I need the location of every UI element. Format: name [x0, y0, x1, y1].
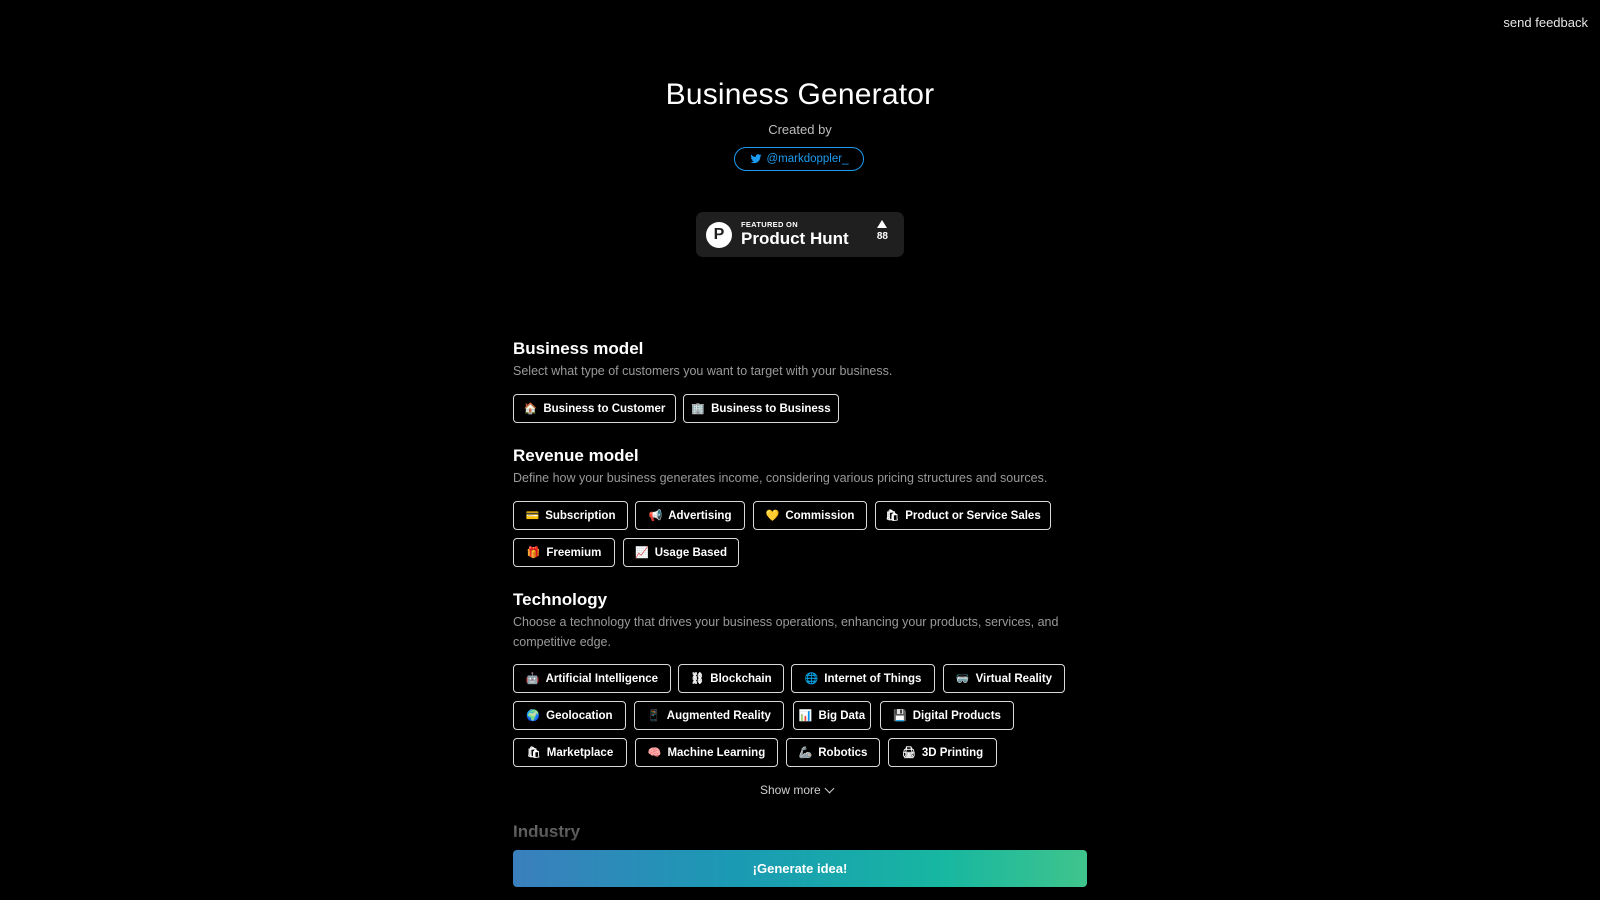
- option-label: Artificial Intelligence: [545, 672, 659, 685]
- option-label: Big Data: [818, 709, 866, 722]
- option-emoji-icon: 💳: [525, 510, 540, 522]
- option-label: Subscription: [545, 509, 616, 522]
- product-hunt-featured-label: FEATURED ON: [741, 220, 798, 229]
- technology-option-marketplace[interactable]: 🛍 Marketplace: [513, 738, 627, 767]
- business-model-title: Business model: [513, 339, 644, 358]
- generate-idea-button[interactable]: ¡Generate idea!: [513, 850, 1087, 887]
- technology-option-virtual-reality[interactable]: 🥽 Virtual Reality: [943, 664, 1065, 693]
- option-emoji-icon: 🖨: [901, 747, 916, 759]
- option-emoji-icon: 💾: [893, 710, 907, 722]
- option-emoji-icon: 🧠: [647, 747, 662, 759]
- option-label: 3D Printing: [921, 746, 984, 759]
- revenue-model-option-product-or-service-sales[interactable]: 🛍 Product or Service Sales: [875, 501, 1051, 530]
- technology-option-artificial-intelligence[interactable]: 🤖 Artificial Intelligence: [513, 664, 671, 693]
- option-emoji-icon: 📢: [648, 510, 663, 522]
- option-emoji-icon: 🛍: [885, 510, 900, 522]
- option-label: Business to Business: [711, 402, 831, 415]
- revenue-model-option-commission[interactable]: 💛 Commission: [753, 501, 867, 530]
- option-emoji-icon: 🎁: [526, 547, 541, 559]
- option-label: Marketplace: [546, 746, 614, 759]
- option-label: Freemium: [546, 546, 602, 559]
- technology-option-3d-printing[interactable]: 🖨 3D Printing: [888, 738, 997, 767]
- option-emoji-icon: ⛓: [690, 673, 705, 685]
- twitter-icon: [750, 154, 761, 164]
- option-label: Machine Learning: [667, 746, 766, 759]
- technology-option-big-data[interactable]: 📊 Big Data: [793, 701, 871, 730]
- product-hunt-name: Product Hunt: [741, 229, 849, 248]
- option-label: Virtual Reality: [975, 672, 1053, 685]
- revenue-model-option-advertising[interactable]: 📢 Advertising: [635, 501, 745, 530]
- page: send feedback Business Generator Created…: [0, 0, 1600, 900]
- page-title: Business Generator: [665, 78, 935, 111]
- option-emoji-icon: 💛: [765, 510, 780, 522]
- option-emoji-icon: 🥽: [955, 673, 970, 685]
- option-label: Advertising: [668, 509, 732, 522]
- business-model-option-business-to-customer[interactable]: 🏠 Business to Customer: [513, 394, 676, 423]
- technology-option-augmented-reality[interactable]: 📱 Augmented Reality: [634, 701, 784, 730]
- technology-description: Choose a technology that drives your bus…: [513, 615, 1059, 649]
- product-hunt-vote-count: 88: [876, 231, 888, 242]
- option-label: Business to Customer: [543, 402, 666, 415]
- show-more-button[interactable]: Show more: [760, 783, 835, 797]
- technology-option-geolocation[interactable]: 🌍 Geolocation: [513, 701, 626, 730]
- option-label: Usage Based: [654, 546, 727, 559]
- product-hunt-votes: 88: [877, 220, 888, 243]
- option-emoji-icon: 🛍: [526, 747, 541, 759]
- revenue-model-option-usage-based[interactable]: 📈 Usage Based: [623, 538, 739, 567]
- technology-option-machine-learning[interactable]: 🧠 Machine Learning: [635, 738, 778, 767]
- option-emoji-icon: 🏠: [523, 403, 538, 415]
- option-label: Robotics: [818, 746, 868, 759]
- option-label: Commission: [785, 509, 855, 522]
- revenue-model-option-subscription[interactable]: 💳 Subscription: [513, 501, 628, 530]
- revenue-model-description: Define how your business generates incom…: [513, 471, 1048, 485]
- option-emoji-icon: 🌍: [526, 710, 541, 722]
- technology-option-robotics[interactable]: 🦾 Robotics: [786, 738, 880, 767]
- show-more-label: Show more: [760, 783, 821, 797]
- option-emoji-icon: 📊: [798, 710, 813, 722]
- product-hunt-badge[interactable]: P FEATURED ON Product Hunt 88: [696, 212, 904, 257]
- twitter-handle-text: @markdoppler_: [766, 153, 849, 165]
- revenue-model-option-freemium[interactable]: 🎁 Freemium: [513, 538, 615, 567]
- revenue-model-title: Revenue model: [513, 446, 639, 465]
- option-emoji-icon: 🏢: [691, 403, 706, 415]
- twitter-handle-link[interactable]: @markdoppler_: [734, 147, 864, 171]
- option-emoji-icon: 🌐: [804, 673, 819, 685]
- technology-option-blockchain[interactable]: ⛓ Blockchain: [678, 664, 784, 693]
- send-feedback-link[interactable]: send feedback: [1503, 15, 1588, 30]
- chevron-down-icon: [824, 783, 835, 793]
- created-by-label: Created by: [768, 122, 832, 137]
- option-emoji-icon: 🤖: [525, 673, 540, 685]
- scroll-fade-overlay: [0, 808, 1600, 848]
- option-emoji-icon: 📈: [635, 547, 649, 559]
- option-label: Product or Service Sales: [905, 509, 1041, 522]
- option-label: Blockchain: [710, 672, 772, 685]
- technology-title: Technology: [513, 590, 608, 609]
- option-label: Augmented Reality: [666, 709, 771, 722]
- option-label: Digital Products: [912, 709, 1001, 722]
- industry-title: Industry: [513, 822, 581, 841]
- business-model-description: Select what type of customers you want t…: [513, 364, 893, 378]
- technology-option-internet-of-things[interactable]: 🌐 Internet of Things: [791, 664, 935, 693]
- business-model-option-business-to-business[interactable]: 🏢 Business to Business: [683, 394, 839, 423]
- option-emoji-icon: 🦾: [798, 747, 813, 759]
- technology-option-digital-products[interactable]: 💾 Digital Products: [880, 701, 1014, 730]
- product-hunt-logo-icon: P: [706, 221, 732, 248]
- upvote-arrow-icon: [877, 220, 888, 228]
- option-label: Geolocation: [546, 709, 613, 722]
- option-emoji-icon: 📱: [647, 710, 661, 722]
- option-label: Internet of Things: [824, 672, 922, 685]
